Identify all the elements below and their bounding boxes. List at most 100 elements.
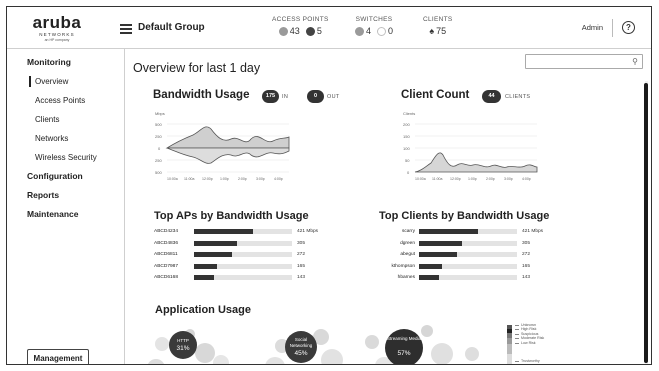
cc-ytick: 100 [403,146,410,151]
bw-xtick: 12:00p [202,177,213,181]
clients-stat[interactable]: CLIENTS ♠ 75 [423,16,453,36]
top-ap-value: 272 [297,252,306,257]
sidebar-item-networks[interactable]: Networks [7,129,124,148]
top-ap-bar [194,229,253,234]
top-ap-row[interactable]: ABCD6811 272 [154,249,354,261]
bw-ytick: 0 [158,146,161,151]
bandwidth-y-unit: Mbps [155,111,165,116]
app-bubble[interactable] [365,335,379,349]
streaming-media-bubble[interactable] [385,329,423,364]
group-selector[interactable]: Default Group [138,22,205,33]
switch-down-count: 0 [388,26,394,36]
main-content: Overview for last 1 day ⚲ Bandwidth Usag… [125,49,651,364]
bandwidth-out-area [166,147,290,164]
top-client-value: 305 [522,240,531,246]
cc-xtick: 10:00a [415,177,426,181]
hamburger-menu-icon[interactable] [120,24,132,34]
social-networking-bubble-pct: 45% [294,350,308,357]
switch-up-count: 4 [366,26,372,36]
app-bubble[interactable] [147,359,165,364]
cc-ytick: 150 [403,134,410,139]
sidebar-item-wireless-security[interactable]: Wireless Security [7,148,124,167]
top-ap-row[interactable]: ABCD4234 421 Mbps [154,226,354,238]
top-client-value: 143 [522,275,531,280]
top-ap-name: ABCD7987 [154,263,178,269]
app-bubble[interactable] [321,349,343,364]
top-ap-name: ABCD6168 [154,275,178,280]
app-bubble[interactable] [155,337,169,351]
top-ap-row[interactable]: ABCD6168 143 [154,272,354,284]
clients-count: 75 [436,26,447,36]
application-usage-title: Application Usage [155,304,251,316]
top-ap-value: 143 [297,275,306,280]
sidebar-item-clients[interactable]: Clients [7,110,124,129]
cc-xtick: 3:00p [504,177,513,181]
ap-up-count: 43 [289,26,300,36]
bw-xtick: 11:00a [184,177,194,181]
aruba-logo[interactable]: aruba NETWORKS an HP company [25,14,89,42]
nav-section-configuration[interactable]: Configuration [7,167,124,186]
top-header: aruba NETWORKS an HP company Default Gro… [7,7,651,49]
logo-word: aruba [32,13,82,32]
top-ap-row[interactable]: ABCD4836 305 [154,238,354,250]
app-bubble[interactable] [465,347,479,361]
top-ap-bar [194,275,214,280]
top-client-row[interactable]: dgreen 305 [379,238,579,250]
top-client-name: scarry [401,229,415,234]
bandwidth-in-badge: 175 [262,90,279,103]
top-client-name: abegut [400,252,415,257]
help-icon[interactable]: ? [622,21,635,34]
top-ap-value: 421 Mbps [297,229,319,234]
scrollbar-thumb[interactable] [644,83,648,363]
client-count-badge: 44 [482,90,501,103]
bandwidth-in-label: IN [282,94,289,100]
cc-xtick: 2:00p [486,177,495,181]
bandwidth-out-badge: 0 [307,90,324,103]
app-bubble[interactable] [265,357,285,364]
bw-xtick: 10:00a [167,177,178,181]
access-points-stat[interactable]: ACCESS POINTS 43 5 [272,16,329,37]
switch-down-icon [377,27,387,37]
top-client-row[interactable]: scarry 421 Mbps [379,226,579,238]
nav-section-monitoring[interactable]: Monitoring [7,53,124,72]
top-client-value: 272 [522,252,531,257]
top-ap-row[interactable]: ABCD7987 165 [154,261,354,273]
top-client-name: kthompson [391,263,415,269]
sidebar-item-overview[interactable]: Overview [7,72,124,91]
client-count-label: CLIENTS [505,94,531,100]
client-count-title: Client Count [401,89,470,101]
management-button[interactable]: Management [27,349,89,364]
nav-section-reports[interactable]: Reports [7,186,124,205]
switches-stat[interactable]: SWITCHES 4 0 [355,16,394,37]
search-input[interactable]: ⚲ [525,54,643,69]
sidebar-item-access-points[interactable]: Access Points [7,91,124,110]
app-bubble[interactable] [213,355,229,364]
app-frame: aruba NETWORKS an HP company Default Gro… [6,6,652,365]
bw-ytick: 250 [155,158,162,163]
bw-ytick: 500 [155,122,162,127]
bw-ytick: 250 [155,134,162,139]
nav-section-maintenance[interactable]: Maintenance [7,205,124,224]
risk-level-bar [507,325,512,364]
streaming-media-bubble-pct: 57% [397,350,411,357]
bw-xtick: 2:00p [238,177,247,181]
user-group-icon: ♠ [429,26,435,36]
ap-down-count: 5 [316,26,322,36]
top-client-name: dgreen [400,240,415,246]
top-ap-bar [194,263,218,269]
client-count-area [414,152,538,173]
top-client-row[interactable]: abegut 272 [379,249,579,261]
top-ap-value: 165 [297,263,306,269]
app-bubble[interactable] [195,343,215,363]
top-client-bar [419,240,462,246]
search-icon: ⚲ [632,57,638,66]
bandwidth-in-area [165,126,290,149]
top-client-row[interactable]: kthompson 165 [379,261,579,273]
ap-up-icon [278,27,288,37]
http-bubble-label: HTTP [177,338,189,343]
app-bubble[interactable] [431,343,453,364]
top-ap-bar [194,240,237,246]
top-client-row[interactable]: hbarnes 143 [379,272,579,284]
user-menu[interactable]: Admin [582,23,603,32]
top-client-name: hbarnes [397,275,415,280]
